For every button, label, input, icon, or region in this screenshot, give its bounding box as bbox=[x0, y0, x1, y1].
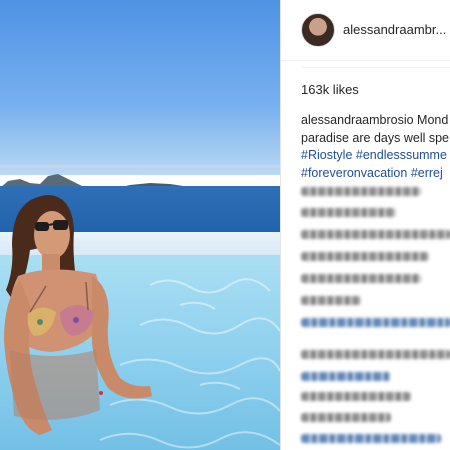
likes-count[interactable]: 163k likes bbox=[301, 82, 359, 97]
divider bbox=[301, 67, 450, 68]
comment-blurred bbox=[301, 372, 391, 381]
hashtag-errej[interactable]: #errej bbox=[411, 166, 443, 180]
comment-blurred bbox=[301, 230, 450, 239]
caption-line-4: #foreveronvacation #errej bbox=[301, 165, 450, 183]
post-side-panel: alessandraambr... 163k likes alessandraa… bbox=[280, 0, 450, 450]
post-caption: alessandraambrosio Mond paradise are day… bbox=[301, 112, 450, 182]
hashtag-riostyle[interactable]: #Riostyle bbox=[301, 148, 352, 162]
comment-blurred bbox=[301, 413, 391, 422]
caption-username[interactable]: alessandraambrosio bbox=[301, 113, 414, 127]
comment-blurred bbox=[301, 392, 411, 401]
photo-woman bbox=[4, 195, 152, 435]
comment-blurred bbox=[301, 434, 441, 443]
caption-text-1: Mond bbox=[413, 113, 449, 127]
caption-line-1: alessandraambrosio Mond bbox=[301, 112, 450, 130]
comment-blurred bbox=[301, 208, 396, 217]
comment-blurred bbox=[301, 296, 361, 305]
post-username[interactable]: alessandraambr... bbox=[343, 22, 446, 37]
comment-blurred bbox=[301, 252, 429, 261]
hashtag-endlesssummer[interactable]: #endlesssumme bbox=[356, 148, 447, 162]
comment-blurred bbox=[301, 318, 450, 327]
comment-blurred bbox=[301, 187, 421, 196]
comment-blurred bbox=[301, 350, 450, 359]
photo-sky bbox=[0, 0, 280, 175]
comment-blurred bbox=[301, 274, 421, 283]
caption-line-3: #Riostyle #endlesssumme bbox=[301, 147, 450, 165]
profile-avatar-icon[interactable] bbox=[301, 13, 335, 47]
post-photo[interactable] bbox=[0, 0, 280, 450]
hashtag-foreveronvacation[interactable]: #foreveronvacation bbox=[301, 166, 407, 180]
caption-line-2: paradise are days well spe bbox=[301, 130, 449, 145]
post-header: alessandraambr... bbox=[281, 0, 450, 61]
